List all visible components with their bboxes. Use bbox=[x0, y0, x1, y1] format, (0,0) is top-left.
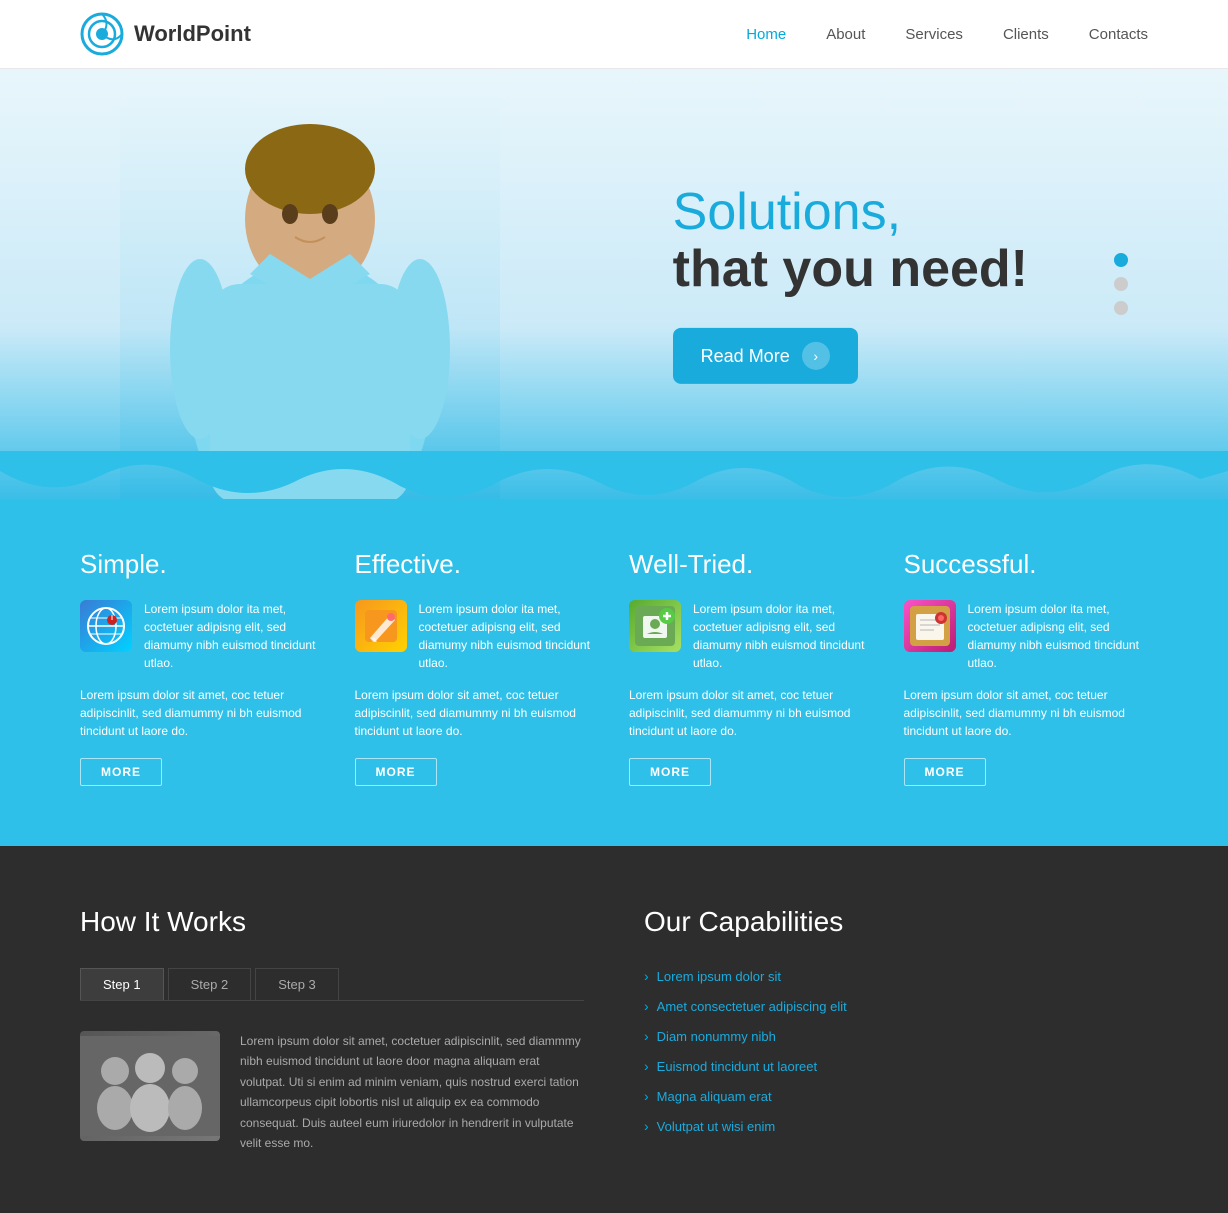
cap-link-3[interactable]: Diam nonummy nibh bbox=[657, 1029, 776, 1044]
slider-dots bbox=[1114, 253, 1128, 315]
step-tab-2[interactable]: Step 2 bbox=[168, 968, 252, 1000]
cap-item-4: › Euismod tincidunt ut laoreet bbox=[644, 1058, 1148, 1074]
more-button-1[interactable]: MORE bbox=[80, 758, 162, 786]
arrow-icon-6: › bbox=[644, 1118, 649, 1134]
more-button-2[interactable]: MORE bbox=[355, 758, 437, 786]
logo-icon bbox=[80, 12, 124, 56]
hero-title-sub: that you need! bbox=[673, 241, 1028, 298]
feature-full-text-3: Lorem ipsum dolor sit amet, coc tetuer a… bbox=[629, 686, 874, 740]
feature-body-2: Lorem ipsum dolor ita met, coctetuer adi… bbox=[355, 600, 600, 672]
cap-item-5: › Magna aliquam erat bbox=[644, 1088, 1148, 1104]
capabilities-title: Our Capabilities bbox=[644, 906, 1148, 938]
cap-link-6[interactable]: Volutpat ut wisi enim bbox=[657, 1119, 776, 1134]
feature-text-3: Lorem ipsum dolor ita met, coctetuer adi… bbox=[693, 600, 874, 672]
capabilities: Our Capabilities › Lorem ipsum dolor sit… bbox=[644, 906, 1148, 1153]
feature-text-1: Lorem ipsum dolor ita met, coctetuer adi… bbox=[144, 600, 325, 672]
site-header: WorldPoint Home About Services Clients C… bbox=[0, 0, 1228, 69]
cap-link-5[interactable]: Magna aliquam erat bbox=[657, 1089, 772, 1104]
feature-title-4: Successful. bbox=[904, 549, 1149, 580]
nav-contacts[interactable]: Contacts bbox=[1089, 26, 1148, 43]
nav-services[interactable]: Services bbox=[905, 26, 963, 43]
dot-3[interactable] bbox=[1114, 301, 1128, 315]
step-tab-1[interactable]: Step 1 bbox=[80, 968, 164, 1000]
nav-about[interactable]: About bbox=[826, 26, 865, 43]
cap-item-1: › Lorem ipsum dolor sit bbox=[644, 968, 1148, 984]
hero-title-solutions: Solutions, bbox=[673, 184, 1028, 241]
capabilities-list: › Lorem ipsum dolor sit › Amet consectet… bbox=[644, 968, 1148, 1134]
dot-1[interactable] bbox=[1114, 253, 1128, 267]
step-description: Lorem ipsum dolor sit amet, coctetuer ad… bbox=[240, 1031, 584, 1153]
arrow-icon-2: › bbox=[644, 998, 649, 1014]
cap-item-2: › Amet consectetuer adipiscing elit bbox=[644, 998, 1148, 1014]
feature-body-1: Lorem ipsum dolor ita met, coctetuer adi… bbox=[80, 600, 325, 672]
dot-2[interactable] bbox=[1114, 277, 1128, 291]
feature-full-text-1: Lorem ipsum dolor sit amet, coc tetuer a… bbox=[80, 686, 325, 740]
steps-tabs: Step 1 Step 2 Step 3 bbox=[80, 968, 584, 1001]
step-image bbox=[80, 1031, 220, 1141]
feature-body-3: Lorem ipsum dolor ita met, coctetuer adi… bbox=[629, 600, 874, 672]
how-it-works: How It Works Step 1 Step 2 Step 3 bbox=[80, 906, 584, 1153]
nav-home[interactable]: Home bbox=[746, 26, 786, 43]
cap-item-6: › Volutpat ut wisi enim bbox=[644, 1118, 1148, 1134]
feature-text-4: Lorem ipsum dolor ita met, coctetuer adi… bbox=[968, 600, 1149, 672]
features-grid: Simple. Lorem ipsum dolor ita met, cocte… bbox=[80, 549, 1148, 786]
features-section: Simple. Lorem ipsum dolor ita met, cocte… bbox=[0, 499, 1228, 846]
cap-link-4[interactable]: Euismod tincidunt ut laoreet bbox=[657, 1059, 817, 1074]
cap-link-1[interactable]: Lorem ipsum dolor sit bbox=[657, 969, 781, 984]
feature-effective: Effective. Lorem ipsum dolor ita met, co… bbox=[355, 549, 600, 786]
cap-link-2[interactable]: Amet consectetuer adipiscing elit bbox=[657, 999, 847, 1014]
feature-text-2: Lorem ipsum dolor ita met, coctetuer adi… bbox=[419, 600, 600, 672]
feature-title-2: Effective. bbox=[355, 549, 600, 580]
feature-title-1: Simple. bbox=[80, 549, 325, 580]
read-more-label: Read More bbox=[701, 346, 790, 367]
brush-icon bbox=[355, 600, 407, 652]
feature-welltried: Well-Tried. Lorem ipsum dolor ita met, c… bbox=[629, 549, 874, 786]
arrow-icon-3: › bbox=[644, 1028, 649, 1044]
hero-illustration bbox=[120, 89, 500, 499]
logo[interactable]: WorldPoint bbox=[80, 12, 251, 56]
arrow-icon-5: › bbox=[644, 1088, 649, 1104]
feature-full-text-2: Lorem ipsum dolor sit amet, coc tetuer a… bbox=[355, 686, 600, 740]
chart-icon bbox=[904, 600, 956, 652]
hero-content: Solutions, that you need! Read More › bbox=[673, 184, 1028, 384]
globe-icon bbox=[80, 600, 132, 652]
step-content: Lorem ipsum dolor sit amet, coctetuer ad… bbox=[80, 1031, 584, 1153]
hero-tear bbox=[0, 451, 1228, 499]
read-more-button[interactable]: Read More › bbox=[673, 328, 858, 384]
man-svg bbox=[150, 89, 470, 499]
nav-clients[interactable]: Clients bbox=[1003, 26, 1049, 43]
feature-simple: Simple. Lorem ipsum dolor ita met, cocte… bbox=[80, 549, 325, 786]
hero-section: Solutions, that you need! Read More › bbox=[0, 69, 1228, 499]
step-tab-3[interactable]: Step 3 bbox=[255, 968, 339, 1000]
main-nav: Home About Services Clients Contacts bbox=[746, 26, 1148, 43]
feature-body-4: Lorem ipsum dolor ita met, coctetuer adi… bbox=[904, 600, 1149, 672]
arrow-icon-1: › bbox=[644, 968, 649, 984]
how-title: How It Works bbox=[80, 906, 584, 938]
logo-text: WorldPoint bbox=[134, 21, 251, 47]
arrow-icon: › bbox=[802, 342, 830, 370]
user-icon bbox=[629, 600, 681, 652]
feature-full-text-4: Lorem ipsum dolor sit amet, coc tetuer a… bbox=[904, 686, 1149, 740]
arrow-icon-4: › bbox=[644, 1058, 649, 1074]
more-button-4[interactable]: MORE bbox=[904, 758, 986, 786]
feature-successful: Successful. Lorem ipsum dolo bbox=[904, 549, 1149, 786]
feature-title-3: Well-Tried. bbox=[629, 549, 874, 580]
bottom-section: How It Works Step 1 Step 2 Step 3 bbox=[0, 846, 1228, 1213]
more-button-3[interactable]: MORE bbox=[629, 758, 711, 786]
cap-item-3: › Diam nonummy nibh bbox=[644, 1028, 1148, 1044]
